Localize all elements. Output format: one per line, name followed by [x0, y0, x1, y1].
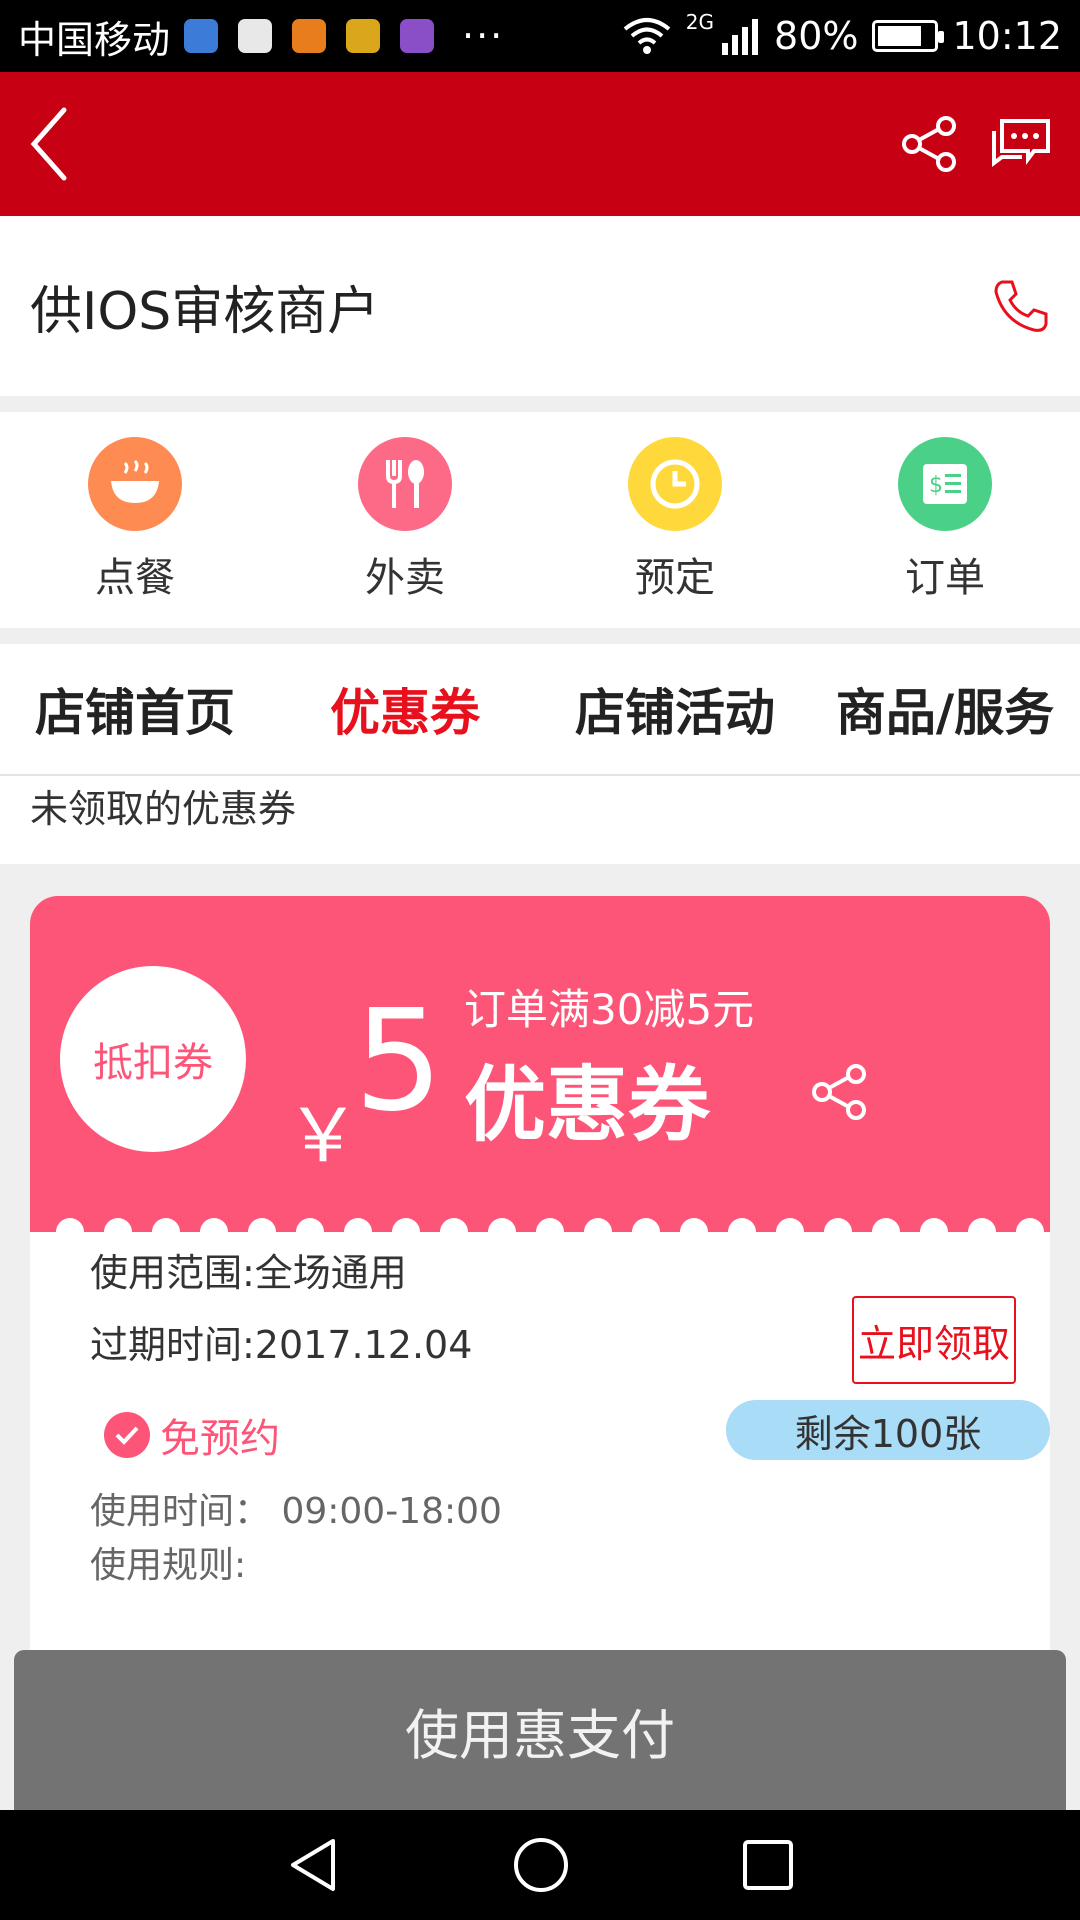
merchant-name: 供IOS审核商户: [30, 281, 380, 342]
coupon-share-icon[interactable]: [810, 1062, 870, 1122]
bowl-icon: [88, 437, 182, 531]
more-notifications: ···: [462, 14, 505, 58]
back-chevron-icon[interactable]: [26, 104, 76, 184]
quick-action-label: 订单: [905, 555, 985, 601]
coupon-type-badge: 抵扣券: [60, 966, 246, 1152]
clock-icon: [628, 437, 722, 531]
section-title: 未领取的优惠券: [0, 776, 1080, 864]
tab-store-home[interactable]: 店铺首页: [0, 673, 270, 745]
coupon-title: 优惠券: [464, 1058, 711, 1153]
receipt-icon: $: [898, 437, 992, 531]
battery-percent: 80%: [774, 14, 859, 58]
quick-action-orders[interactable]: $ 订单: [845, 437, 1045, 603]
no-reservation-tag: 免预约: [104, 1406, 280, 1464]
coupon-scope: 使用范围:全场通用: [90, 1251, 407, 1295]
claim-coupon-button[interactable]: 立即领取: [852, 1296, 1016, 1384]
phone-icon[interactable]: [990, 276, 1050, 336]
app-header: [0, 72, 1080, 216]
merchant-row: 供IOS审核商户: [0, 216, 1080, 396]
nav-home-icon[interactable]: [511, 1835, 571, 1895]
quick-actions: 点餐 外卖 预定 $ 订单: [0, 412, 1080, 628]
status-bar: 中国移动 ··· 2G 80% 10:12: [0, 0, 1080, 72]
remaining-count-badge: 剩余100张: [726, 1400, 1050, 1460]
bank-app-icon: [238, 19, 273, 53]
coupon-rules: 使用规则:: [90, 1545, 247, 1586]
quick-action-delivery[interactable]: 外卖: [305, 437, 505, 603]
screen: 中国移动 ··· 2G 80% 10:12 供IOS审核商户 点餐 外卖 预定 …: [0, 0, 1080, 1920]
clock: 10:12: [952, 14, 1062, 58]
quick-action-label: 外卖: [365, 555, 445, 601]
nav-recents-icon[interactable]: [741, 1838, 795, 1892]
currency-symbol: ￥: [286, 1093, 360, 1179]
wallet-app-icon: [346, 19, 381, 53]
coupon-expiry: 过期时间:2017.12.04: [90, 1323, 473, 1367]
carrier-label: 中国移动: [18, 17, 171, 62]
coupon-card-header[interactable]: 抵扣券 ￥ 5 订单满30减5元 优惠券: [30, 896, 1050, 1216]
system-nav-bar: [0, 1810, 1080, 1920]
coupon-condition: 订单满30减5元: [464, 985, 755, 1034]
wifi-icon: [623, 18, 671, 54]
quick-action-label: 预定: [635, 555, 715, 601]
tab-coupons[interactable]: 优惠券: [270, 673, 540, 745]
fork-spoon-icon: [358, 437, 452, 531]
quick-action-label: 点餐: [95, 555, 175, 601]
nav-back-icon[interactable]: [285, 1835, 341, 1895]
no-reservation-label: 免预约: [160, 1416, 280, 1462]
tab-products-services[interactable]: 商品/服务: [810, 673, 1080, 745]
pay-button[interactable]: 使用惠支付: [14, 1650, 1066, 1810]
quick-action-reserve[interactable]: 预定: [575, 437, 775, 603]
signal-icon: [722, 19, 759, 55]
location-app-icon: [184, 19, 219, 53]
coupon-scallop-edge: [30, 1200, 1050, 1232]
shopping-app-icon: [292, 19, 327, 53]
coupon-amount: 5: [354, 980, 444, 1143]
tab-store-events[interactable]: 店铺活动: [540, 673, 810, 745]
coupon-use-time: 使用时间： 09:00-18:00: [90, 1491, 502, 1532]
store-tabs: 店铺首页 优惠券 店铺活动 商品/服务: [0, 644, 1080, 776]
battery-icon: [872, 20, 945, 52]
chat-icon[interactable]: [988, 113, 1054, 175]
coupon-card-body: 使用范围:全场通用 过期时间:2017.12.04 立即领取 免预约 剩余100…: [30, 1232, 1050, 1652]
network-type: 2G: [685, 10, 715, 34]
quick-action-order[interactable]: 点餐: [35, 437, 235, 603]
check-circle-icon: [104, 1412, 150, 1458]
share-icon[interactable]: [900, 114, 960, 174]
gallery-app-icon: [400, 19, 435, 53]
svg-text:$: $: [929, 473, 943, 498]
